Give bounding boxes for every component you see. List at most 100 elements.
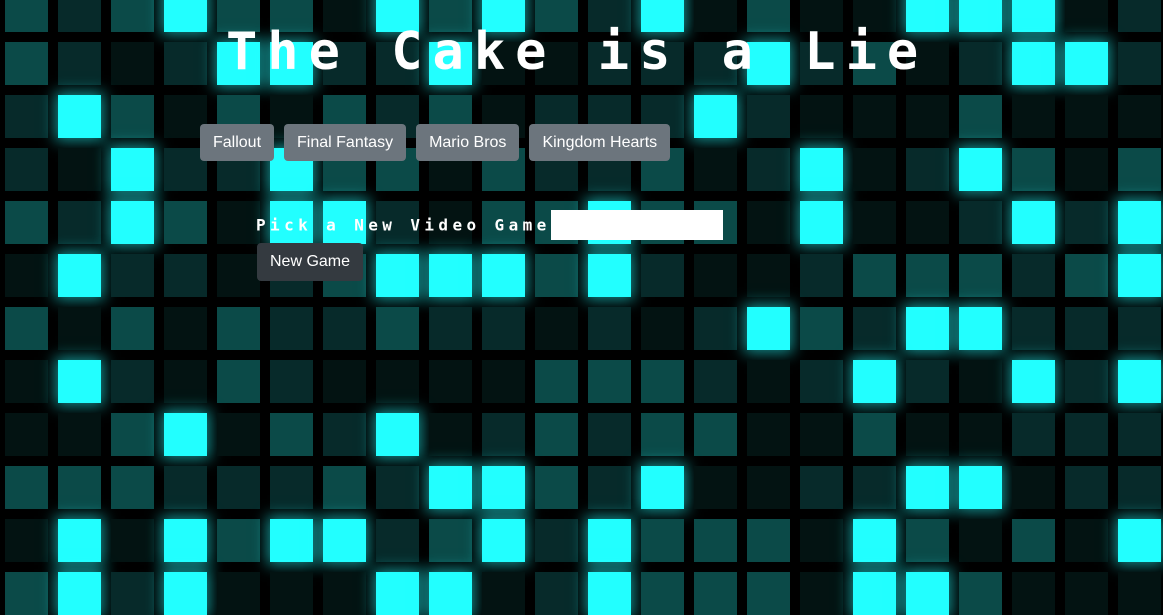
grid-cell <box>747 254 790 297</box>
grid-cell <box>641 466 684 509</box>
grid-cell <box>800 413 843 456</box>
grid-cell <box>1065 413 1108 456</box>
grid-cell <box>1118 0 1161 32</box>
grid-cell <box>164 572 207 615</box>
grid-cell <box>376 413 419 456</box>
grid-cell <box>482 572 525 615</box>
grid-cell <box>1065 254 1108 297</box>
new-game-button[interactable]: New Game <box>257 243 364 281</box>
grid-cell <box>800 95 843 138</box>
grid-cell <box>1118 413 1161 456</box>
grid-cell <box>323 360 366 403</box>
grid-cell <box>800 148 843 191</box>
grid-cell <box>535 519 578 562</box>
grid-cell <box>1065 466 1108 509</box>
grid-cell <box>535 572 578 615</box>
grid-cell <box>164 254 207 297</box>
grid-cell <box>800 360 843 403</box>
grid-cell <box>959 254 1002 297</box>
grid-cell <box>111 42 154 85</box>
grid-cell <box>1012 42 1055 85</box>
grid-cell <box>270 360 313 403</box>
game-buttons: Fallout Final Fantasy Mario Bros Kingdom… <box>200 124 671 161</box>
grid-cell <box>376 360 419 403</box>
grid-cell <box>1012 466 1055 509</box>
grid-cell <box>1065 307 1108 350</box>
grid-cell <box>800 254 843 297</box>
grid-cell <box>111 148 154 191</box>
grid-cell <box>111 307 154 350</box>
game-button-fallout[interactable]: Fallout <box>200 124 275 161</box>
grid-cell <box>906 148 949 191</box>
grid-cell <box>1118 307 1161 350</box>
grid-cell <box>270 572 313 615</box>
grid-cell <box>1012 307 1055 350</box>
grid-cell <box>906 413 949 456</box>
grid-cell <box>376 519 419 562</box>
grid-cell <box>164 307 207 350</box>
grid-cell <box>111 254 154 297</box>
grid-cell <box>853 95 896 138</box>
grid-cell <box>747 307 790 350</box>
grid-cell <box>588 519 631 562</box>
grid-cell <box>270 519 313 562</box>
grid-cell <box>1065 95 1108 138</box>
grid-cell <box>1065 201 1108 244</box>
grid-cell <box>747 201 790 244</box>
grid-cell <box>906 95 949 138</box>
grid-cell <box>588 572 631 615</box>
grid-cell <box>164 413 207 456</box>
grid-cell <box>270 413 313 456</box>
grid-cell <box>959 466 1002 509</box>
grid-cell <box>535 360 578 403</box>
grid-cell <box>1118 95 1161 138</box>
grid-cell <box>482 413 525 456</box>
game-button-final-fantasy[interactable]: Final Fantasy <box>284 124 407 161</box>
grid-cell <box>1065 0 1108 32</box>
grid-cell <box>429 572 472 615</box>
grid-cell <box>800 307 843 350</box>
grid-cell <box>376 254 419 297</box>
grid-cell <box>906 466 949 509</box>
grid-cell <box>959 95 1002 138</box>
grid-cell <box>747 95 790 138</box>
grid-cell <box>800 201 843 244</box>
grid-cell <box>694 148 737 191</box>
grid-cell <box>217 307 260 350</box>
grid-cell <box>217 413 260 456</box>
grid-cell <box>58 572 101 615</box>
grid-cell <box>164 42 207 85</box>
grid-cell <box>5 254 48 297</box>
grid-cell <box>1065 572 1108 615</box>
grid-cell <box>429 254 472 297</box>
grid-cell <box>323 572 366 615</box>
grid-cell <box>800 466 843 509</box>
grid-cell <box>906 254 949 297</box>
grid-cell <box>217 572 260 615</box>
grid-cell <box>1012 519 1055 562</box>
grid-cell <box>641 572 684 615</box>
game-button-kingdom-hearts[interactable]: Kingdom Hearts <box>529 124 671 161</box>
grid-cell <box>58 360 101 403</box>
glowing-grid-background <box>0 0 1163 615</box>
new-game-input[interactable] <box>551 210 724 240</box>
grid-cell <box>323 307 366 350</box>
grid-cell <box>5 0 48 32</box>
grid-cell <box>853 201 896 244</box>
grid-cell <box>1065 519 1108 562</box>
grid-cell <box>1012 0 1055 32</box>
grid-cell <box>376 466 419 509</box>
grid-cell <box>588 307 631 350</box>
grid-cell <box>482 307 525 350</box>
grid-cell <box>694 572 737 615</box>
grid-cell <box>58 95 101 138</box>
grid-cell <box>1065 148 1108 191</box>
grid-cell <box>429 307 472 350</box>
grid-cell <box>5 572 48 615</box>
grid-cell <box>588 413 631 456</box>
grid-cell <box>5 519 48 562</box>
grid-cell <box>1118 360 1161 403</box>
grid-cell <box>5 201 48 244</box>
grid-cell <box>58 42 101 85</box>
game-button-mario-bros[interactable]: Mario Bros <box>416 124 520 161</box>
